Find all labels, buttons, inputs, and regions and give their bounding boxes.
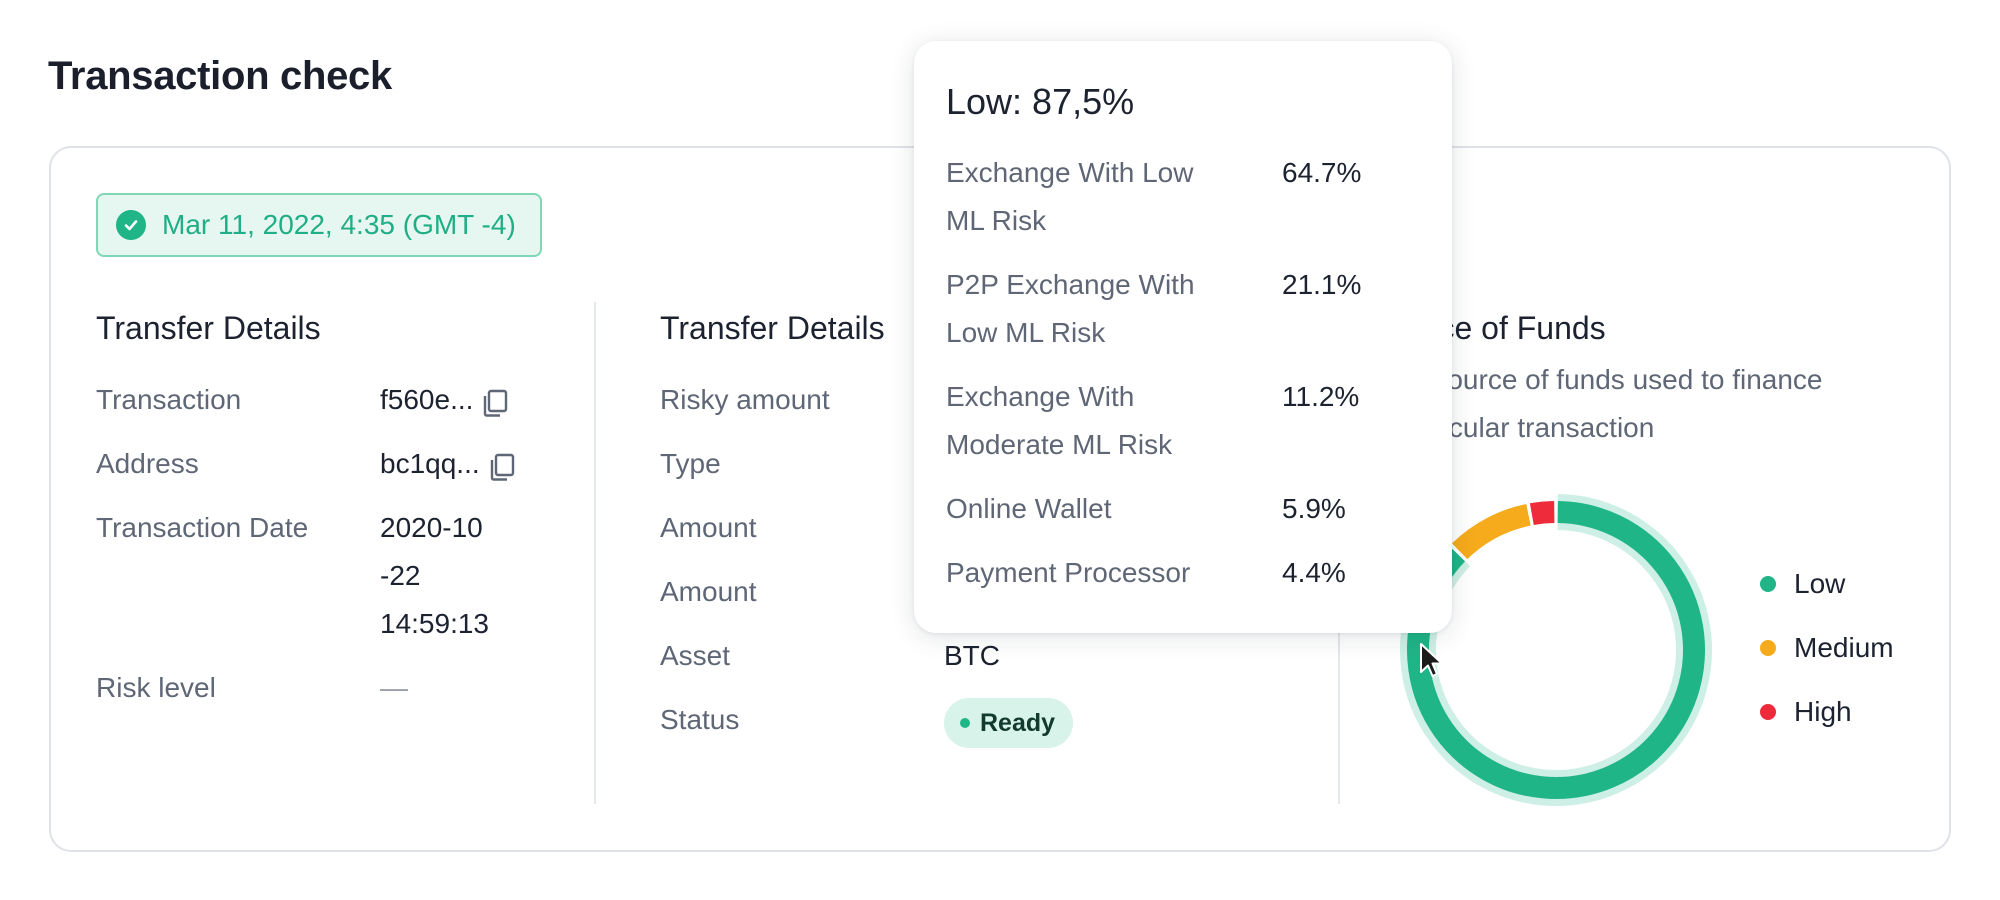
tooltip-row-label: Payment Processor xyxy=(946,549,1282,597)
donut-segment-medium[interactable] xyxy=(1451,504,1531,560)
legend-item-medium: Medium xyxy=(1760,632,1894,664)
legend-dot-icon xyxy=(1760,576,1776,592)
tooltip-row-value: 21.1% xyxy=(1282,269,1362,300)
risk-level-value: — xyxy=(380,672,408,703)
address-hash: bc1qq... xyxy=(380,448,480,479)
source-of-funds-description: e source of funds used to finance articu… xyxy=(1410,356,1910,452)
legend-item-high: High xyxy=(1760,696,1852,728)
date-badge: Mar 11, 2022, 4:35 (GMT -4) xyxy=(96,193,542,257)
tooltip-row-label: Online Wallet xyxy=(946,485,1282,533)
tooltip-label-line: Low ML Risk xyxy=(946,317,1106,348)
donut-segment-high[interactable] xyxy=(1529,501,1555,525)
copy-icon[interactable] xyxy=(486,450,518,482)
risky-amount-label: Risky amount xyxy=(660,384,830,415)
amount-label: Amount xyxy=(660,512,757,543)
tooltip-label-line: Payment Processor xyxy=(946,557,1191,588)
transaction-date-value: 2020-10 -22 14:59:13 xyxy=(380,504,489,648)
legend-dot-icon xyxy=(1760,704,1776,720)
page-title: Transaction check xyxy=(48,54,392,98)
tooltip-row: Exchange With Moderate ML Risk 11.2% xyxy=(946,373,1420,469)
tooltip-row-value: 4.4% xyxy=(1282,557,1346,588)
asset-label: Asset xyxy=(660,640,731,671)
status-badge: Ready xyxy=(944,695,1074,748)
transaction-date-line: 14:59:13 xyxy=(380,608,489,639)
tooltip-row-value: 5.9% xyxy=(1282,493,1346,524)
tooltip-row: Exchange With Low ML Risk 64.7% xyxy=(946,149,1420,245)
tooltip-row-label: P2P Exchange With Low ML Risk xyxy=(946,261,1282,357)
tooltip-label-line: Moderate ML Risk xyxy=(946,429,1173,460)
transaction-label: Transaction xyxy=(96,384,242,415)
status-dot-icon xyxy=(960,718,970,728)
transaction-value: f560e... xyxy=(380,376,511,424)
transaction-date-line: -22 xyxy=(380,560,421,591)
tooltip-label-line: P2P Exchange With xyxy=(946,269,1195,300)
legend-dot-icon xyxy=(1760,640,1776,656)
date-badge-text: Mar 11, 2022, 4:35 (GMT -4) xyxy=(162,209,516,240)
mouse-cursor-icon xyxy=(1420,643,1443,677)
tooltip-row: P2P Exchange With Low ML Risk 21.1% xyxy=(946,261,1420,357)
address-value: bc1qq... xyxy=(380,440,518,488)
tooltip-label-line: Exchange With xyxy=(946,381,1135,412)
legend-label: High xyxy=(1794,696,1852,727)
chart-tooltip: Low: 87,5% Exchange With Low ML Risk 64.… xyxy=(914,41,1452,633)
donut-segment-low[interactable] xyxy=(1407,501,1705,799)
amount-label: Amount xyxy=(660,576,757,607)
transaction-date-label: Transaction Date xyxy=(96,512,309,543)
address-label: Address xyxy=(96,448,199,479)
type-label: Type xyxy=(660,448,721,479)
tooltip-row-value: 64.7% xyxy=(1282,157,1362,188)
tooltip-row: Online Wallet 5.9% xyxy=(946,485,1420,533)
tooltip-row-value: 11.2% xyxy=(1282,381,1360,412)
tooltip-title: Low: 87,5% xyxy=(946,81,1135,122)
tooltip-row: Payment Processor 4.4% xyxy=(946,549,1420,597)
description-line: articular transaction xyxy=(1410,412,1655,443)
tooltip-label-line: Exchange With Low xyxy=(946,157,1194,188)
transaction-hash: f560e... xyxy=(380,384,474,415)
legend-label: Medium xyxy=(1794,632,1894,663)
tooltip-label-line: ML Risk xyxy=(946,205,1047,236)
risk-level-label: Risk level xyxy=(96,672,216,703)
status-text: Ready xyxy=(980,709,1056,737)
check-circle-icon xyxy=(116,210,146,240)
legend-label: Low xyxy=(1794,568,1846,599)
tooltip-row-label: Exchange With Moderate ML Risk xyxy=(946,373,1282,469)
transaction-date-line: 2020-10 xyxy=(380,512,483,543)
tooltip-label-line: Online Wallet xyxy=(946,493,1112,524)
status-label: Status xyxy=(660,704,740,735)
description-line: e source of funds used to finance xyxy=(1410,364,1823,395)
legend-item-low: Low xyxy=(1760,568,1845,600)
copy-icon[interactable] xyxy=(479,386,511,418)
transfer-details-title-1: Transfer Details xyxy=(96,310,321,346)
column-divider xyxy=(594,302,596,804)
asset-value: BTC xyxy=(944,640,1000,671)
transfer-details-title-2: Transfer Details xyxy=(660,310,885,346)
tooltip-row-label: Exchange With Low ML Risk xyxy=(946,149,1282,245)
